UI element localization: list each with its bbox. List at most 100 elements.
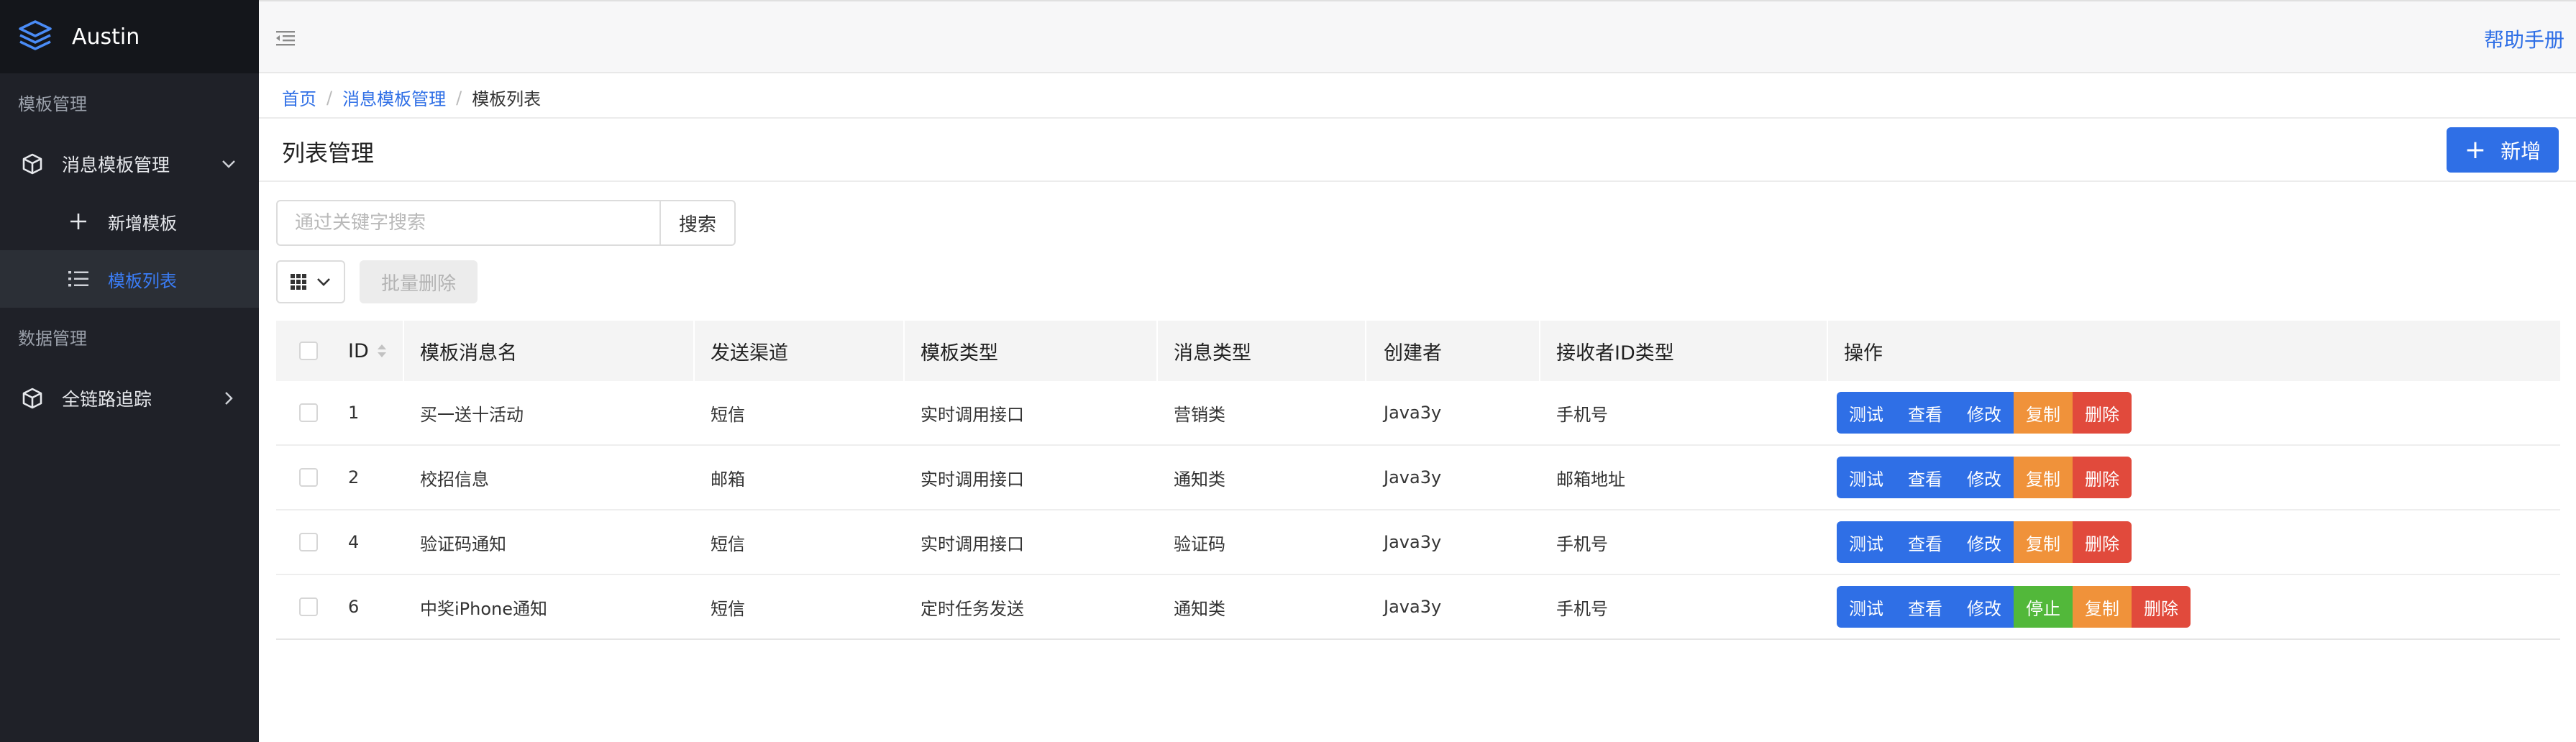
column-divider bbox=[1365, 321, 1366, 381]
divider bbox=[259, 117, 2576, 119]
row-checkbox[interactable] bbox=[299, 403, 318, 422]
cell-message-type: 通知类 bbox=[1174, 469, 1225, 490]
cell-creator: Java3y bbox=[1384, 597, 1442, 617]
sidebar-item-trace[interactable]: 全链路追踪 bbox=[0, 370, 259, 427]
cell-channel: 邮箱 bbox=[711, 469, 745, 490]
test-button[interactable]: 测试 bbox=[1837, 521, 1896, 563]
cell-channel: 短信 bbox=[711, 404, 745, 425]
bulk-delete-button[interactable]: 批量删除 bbox=[360, 260, 478, 303]
breadcrumb-template-management[interactable]: 消息模板管理 bbox=[342, 85, 446, 110]
menu-fold-icon[interactable] bbox=[275, 27, 296, 49]
layers-logo-icon bbox=[19, 20, 52, 50]
breadcrumb-home[interactable]: 首页 bbox=[282, 85, 316, 110]
action-group: 测试 查看 修改 复制 删除 bbox=[1837, 392, 2132, 434]
table-row: 4 验证码通知 短信 实时调用接口 验证码 Java3y 手机号 测试 查看 修… bbox=[276, 510, 2560, 575]
cell-actions: 测试 查看 修改 复制 删除 bbox=[1837, 446, 2132, 509]
grid-icon bbox=[291, 274, 306, 290]
help-manual-link[interactable]: 帮助手册 bbox=[2484, 24, 2564, 53]
cell-id: 6 bbox=[348, 597, 360, 617]
sidebar-item-add-template[interactable]: 新增模板 bbox=[0, 193, 259, 250]
view-button[interactable]: 查看 bbox=[1896, 392, 1955, 434]
header-receiver-type: 接收者ID类型 bbox=[1556, 342, 1674, 365]
row-select-cell bbox=[299, 446, 318, 509]
edit-button[interactable]: 修改 bbox=[1955, 392, 2014, 434]
sidebar-item-label: 新增模板 bbox=[108, 213, 177, 234]
column-divider bbox=[693, 321, 695, 381]
column-divider bbox=[903, 321, 905, 381]
cell-channel: 短信 bbox=[711, 533, 745, 554]
cell-receiver-type: 邮箱地址 bbox=[1556, 469, 1625, 490]
header-actions: 操作 bbox=[1844, 342, 1883, 365]
cell-actions: 测试 查看 修改 复制 删除 bbox=[1837, 510, 2132, 574]
stop-button[interactable]: 停止 bbox=[2014, 586, 2073, 628]
sidebar-item-label: 消息模板管理 bbox=[62, 155, 170, 175]
row-checkbox[interactable] bbox=[299, 533, 318, 551]
cell-name: 中奖iPhone通知 bbox=[420, 598, 548, 619]
view-button[interactable]: 查看 bbox=[1896, 457, 1955, 498]
delete-button[interactable]: 删除 bbox=[2073, 392, 2132, 434]
test-button[interactable]: 测试 bbox=[1837, 586, 1896, 628]
delete-button[interactable]: 删除 bbox=[2132, 586, 2191, 628]
row-select-cell bbox=[299, 510, 318, 574]
cell-receiver-type: 手机号 bbox=[1556, 598, 1608, 619]
select-all-checkbox[interactable] bbox=[299, 342, 318, 360]
breadcrumb-separator: / bbox=[456, 87, 462, 108]
chevron-right-icon bbox=[225, 392, 233, 405]
select-all-cell bbox=[299, 321, 318, 381]
list-icon bbox=[68, 268, 89, 290]
brand-name: Austin bbox=[72, 24, 140, 50]
column-toggle-button[interactable] bbox=[276, 260, 345, 303]
view-button[interactable]: 查看 bbox=[1896, 521, 1955, 563]
brand[interactable]: Austin bbox=[0, 0, 259, 73]
search-button[interactable]: 搜索 bbox=[659, 200, 736, 246]
column-divider bbox=[1156, 321, 1158, 381]
row-checkbox[interactable] bbox=[299, 468, 318, 487]
view-button[interactable]: 查看 bbox=[1896, 586, 1955, 628]
edit-button[interactable]: 修改 bbox=[1955, 586, 2014, 628]
page-title: 列表管理 bbox=[282, 139, 375, 167]
cell-name: 买一送十活动 bbox=[420, 404, 524, 425]
cell-receiver-type: 手机号 bbox=[1556, 533, 1608, 554]
header-creator: 创建者 bbox=[1384, 342, 1442, 365]
copy-button[interactable]: 复制 bbox=[2014, 392, 2073, 434]
table-header-row: ID 模板消息名 发送渠道 模板类型 消息类型 创建者 接收者ID类型 操作 bbox=[276, 321, 2560, 381]
column-divider bbox=[403, 321, 404, 381]
copy-button[interactable]: 复制 bbox=[2073, 586, 2132, 628]
group-title-template: 模板管理 bbox=[18, 94, 87, 114]
cell-name: 验证码通知 bbox=[420, 533, 506, 554]
edit-button[interactable]: 修改 bbox=[1955, 457, 2014, 498]
breadcrumb-separator: / bbox=[326, 87, 333, 108]
add-button[interactable]: + 新增 bbox=[2447, 127, 2559, 173]
header-label: ID bbox=[348, 339, 369, 362]
sidebar-item-template-management[interactable]: 消息模板管理 bbox=[0, 135, 259, 193]
row-select-cell bbox=[299, 575, 318, 638]
delete-button[interactable]: 删除 bbox=[2073, 521, 2132, 563]
chevron-down-icon bbox=[317, 278, 330, 286]
cell-id: 2 bbox=[348, 467, 360, 487]
test-button[interactable]: 测试 bbox=[1837, 457, 1896, 498]
sidebar-item-label: 模板列表 bbox=[108, 270, 177, 291]
cell-name: 校招信息 bbox=[420, 469, 489, 490]
cell-id: 1 bbox=[348, 403, 360, 423]
cell-template-type: 实时调用接口 bbox=[921, 533, 1024, 554]
row-checkbox[interactable] bbox=[299, 597, 318, 616]
header-id[interactable]: ID bbox=[348, 321, 386, 381]
copy-button[interactable]: 复制 bbox=[2014, 521, 2073, 563]
cell-actions: 测试 查看 修改 复制 删除 bbox=[1837, 381, 2132, 444]
divider bbox=[259, 180, 2576, 182]
sort-icon[interactable] bbox=[377, 344, 386, 357]
template-table: ID 模板消息名 发送渠道 模板类型 消息类型 创建者 接收者ID类型 操作 1… bbox=[276, 321, 2560, 640]
test-button[interactable]: 测试 bbox=[1837, 392, 1896, 434]
edit-button[interactable]: 修改 bbox=[1955, 521, 2014, 563]
delete-button[interactable]: 删除 bbox=[2073, 457, 2132, 498]
chevron-down-icon bbox=[222, 160, 235, 168]
action-group: 测试 查看 修改 复制 删除 bbox=[1837, 457, 2132, 498]
copy-button[interactable]: 复制 bbox=[2014, 457, 2073, 498]
sidebar-item-template-list[interactable]: 模板列表 bbox=[0, 250, 259, 308]
cell-message-type: 营销类 bbox=[1174, 404, 1225, 425]
cube-icon bbox=[20, 152, 45, 176]
sidebar-item-label: 全链路追踪 bbox=[62, 389, 152, 410]
header-message-type: 消息类型 bbox=[1174, 342, 1251, 365]
search-input[interactable] bbox=[276, 200, 659, 246]
cell-creator: Java3y bbox=[1384, 403, 1442, 423]
